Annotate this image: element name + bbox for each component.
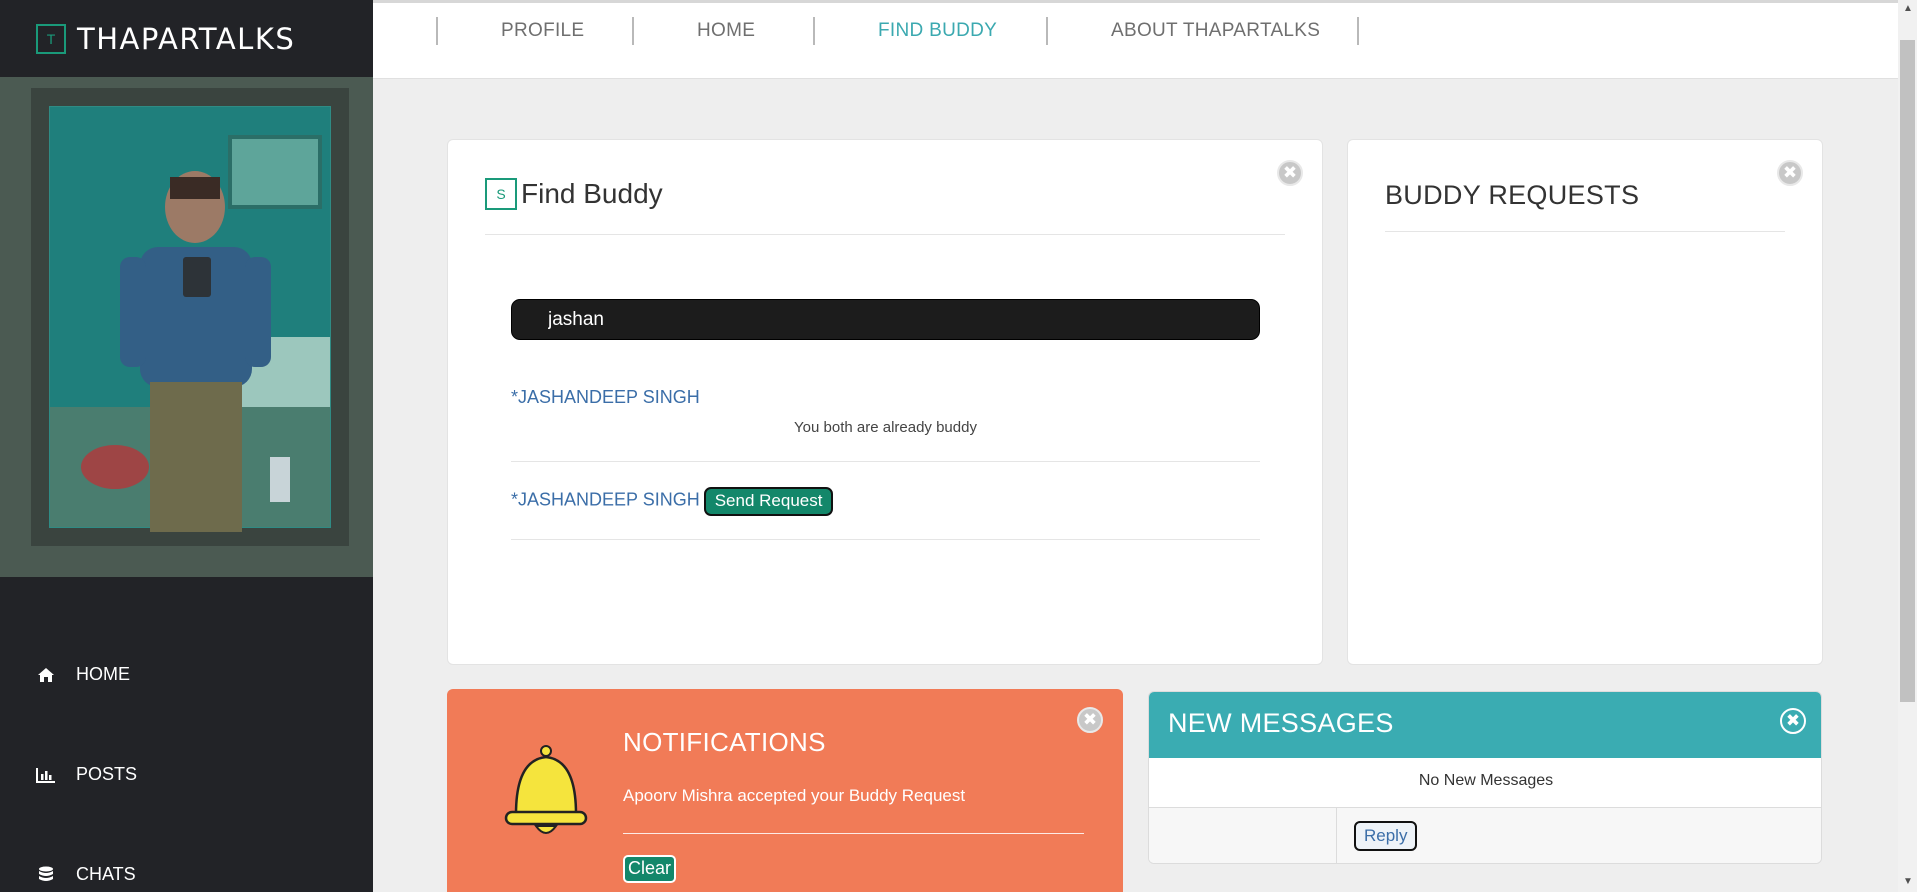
- nav-separator: [813, 17, 815, 45]
- close-icon[interactable]: ✖: [1277, 160, 1303, 186]
- divider: [485, 234, 1285, 235]
- send-request-button[interactable]: Send Request: [703, 487, 834, 516]
- buddy-search-input[interactable]: [511, 299, 1260, 340]
- sidebar-item-home[interactable]: HOME: [36, 664, 130, 685]
- nav-separator: [632, 17, 634, 45]
- buddy-requests-card: ✖ BUDDY REQUESTS: [1347, 139, 1823, 665]
- top-navbar: PROFILE HOME FIND BUDDY ABOUT THAPARTALK…: [373, 3, 1898, 79]
- divider: [623, 833, 1084, 834]
- sidebar-item-label: HOME: [76, 664, 130, 684]
- sidebar-item-label: POSTS: [76, 764, 138, 784]
- brand-name: THAPARTALKS: [77, 21, 296, 56]
- divider: [511, 539, 1260, 540]
- bar-chart-icon: [36, 765, 56, 785]
- find-buddy-logo-icon: S: [485, 178, 517, 210]
- result-name-link[interactable]: *JASHANDEEP SINGH: [511, 387, 700, 407]
- no-messages-text: No New Messages: [1418, 772, 1554, 789]
- find-buddy-title: Find Buddy: [521, 178, 663, 209]
- database-icon: [36, 865, 56, 885]
- new-messages-header: NEW MESSAGES ✖: [1149, 692, 1821, 758]
- notifications-card: ✖ NOTIFICATIONS Apoorv Mishra accepted y…: [447, 689, 1123, 892]
- close-icon[interactable]: ✖: [1780, 708, 1806, 734]
- find-buddy-card: ✖ S Find Buddy *JASHANDEEP SINGH You bot…: [447, 139, 1323, 665]
- search-result-item: *JASHANDEEP SINGH: [511, 387, 1260, 408]
- nav-link-home[interactable]: HOME: [697, 20, 755, 42]
- nav-link-profile[interactable]: PROFILE: [501, 20, 584, 42]
- profile-photo: [0, 77, 373, 577]
- divider: [511, 461, 1260, 462]
- reply-button[interactable]: Reply: [1354, 821, 1418, 851]
- nav-link-find-buddy[interactable]: FIND BUDDY: [878, 20, 997, 42]
- divider: [1385, 231, 1785, 232]
- sidebar-item-label: CHATS: [76, 864, 136, 884]
- new-messages-footer: Reply: [1149, 807, 1821, 863]
- sidebar: T THAPARTALKS HOME POSTS CHATS: [0, 0, 373, 892]
- nav-separator: [436, 17, 438, 45]
- nav-separator: [1357, 17, 1359, 45]
- brand-logo-icon: T: [36, 23, 66, 54]
- new-messages-card: NEW MESSAGES ✖ No New Messages Reply: [1148, 691, 1822, 864]
- notifications-title: NOTIFICATIONS: [623, 727, 826, 757]
- nav-separator: [1046, 17, 1048, 45]
- home-icon: [36, 665, 56, 685]
- close-icon[interactable]: ✖: [1077, 707, 1103, 733]
- buddy-requests-title: BUDDY REQUESTS: [1385, 180, 1640, 210]
- scrollbar-thumb[interactable]: [1900, 40, 1915, 702]
- scroll-down-arrow-icon[interactable]: ▼: [1903, 876, 1913, 887]
- result-status-text: You both are already buddy: [794, 419, 977, 436]
- search-result-item: *JASHANDEEP SINGH Send Request: [511, 487, 1260, 516]
- new-messages-title: NEW MESSAGES: [1168, 708, 1394, 738]
- divider: [1336, 808, 1337, 863]
- scroll-up-arrow-icon[interactable]: ▲: [1903, 3, 1913, 14]
- bell-icon: [502, 744, 590, 841]
- result-name-link[interactable]: *JASHANDEEP SINGH: [511, 490, 700, 510]
- brand[interactable]: T THAPARTALKS: [0, 0, 373, 77]
- sidebar-item-chats[interactable]: CHATS: [36, 864, 136, 885]
- find-buddy-header: S Find Buddy: [485, 178, 663, 210]
- sidebar-item-posts[interactable]: POSTS: [36, 764, 137, 785]
- close-icon[interactable]: ✖: [1777, 160, 1803, 186]
- notification-message: Apoorv Mishra accepted your Buddy Reques…: [623, 786, 966, 805]
- nav-link-about[interactable]: ABOUT THAPARTALKS: [1111, 20, 1320, 42]
- clear-notifications-button[interactable]: Clear: [623, 855, 677, 883]
